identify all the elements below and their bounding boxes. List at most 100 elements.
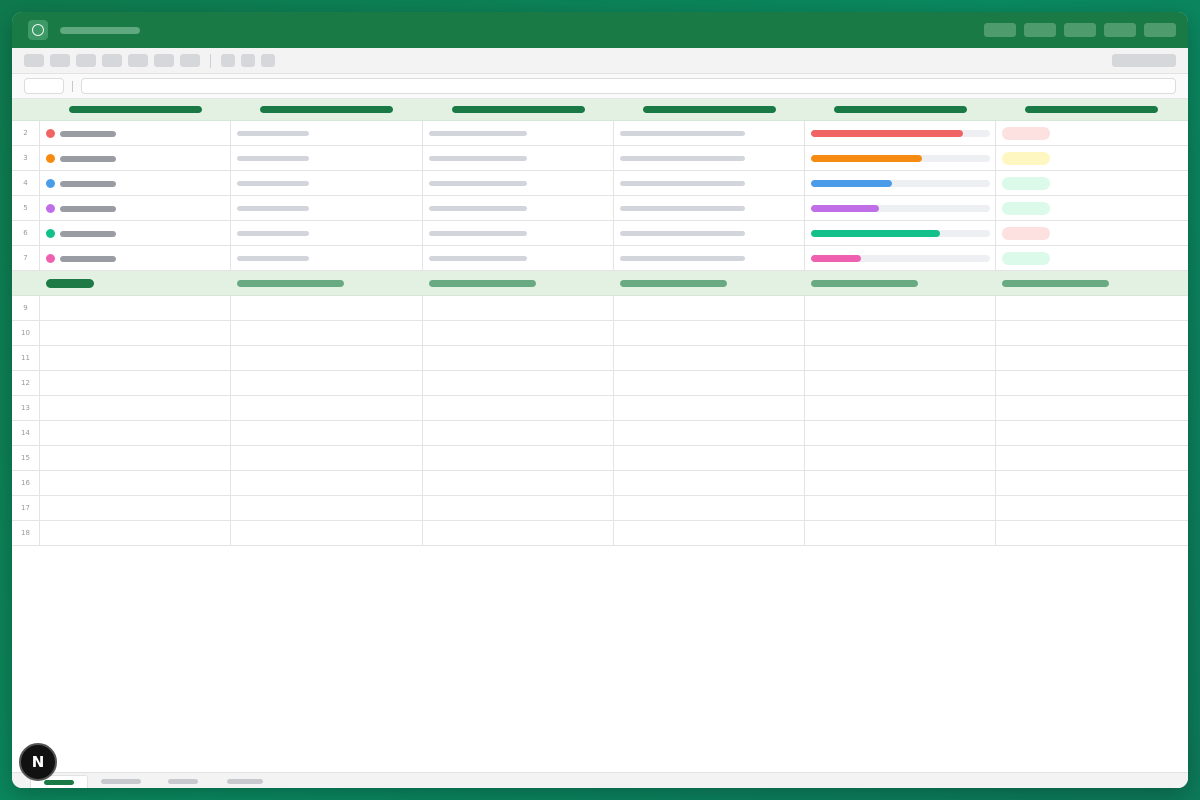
text-cell[interactable] <box>231 246 423 270</box>
toolbar-button-1[interactable] <box>24 54 44 67</box>
empty-cell[interactable] <box>423 421 614 445</box>
empty-cell[interactable] <box>805 471 997 495</box>
text-cell[interactable] <box>614 246 806 270</box>
empty-cell[interactable] <box>231 496 423 520</box>
text-cell[interactable] <box>423 246 614 270</box>
empty-cell[interactable] <box>40 421 232 445</box>
empty-cell[interactable] <box>996 321 1187 345</box>
sheet-tab[interactable] <box>92 775 150 788</box>
name-cell[interactable] <box>40 121 232 145</box>
empty-cell[interactable] <box>805 446 997 470</box>
empty-cell[interactable] <box>40 471 232 495</box>
text-cell[interactable] <box>614 196 806 220</box>
text-cell[interactable] <box>231 221 423 245</box>
text-cell[interactable] <box>423 171 614 195</box>
text-cell[interactable] <box>231 146 423 170</box>
empty-cell[interactable] <box>996 371 1187 395</box>
name-cell[interactable] <box>40 171 232 195</box>
text-cell[interactable] <box>423 146 614 170</box>
progress-cell[interactable] <box>805 196 997 220</box>
empty-cell[interactable] <box>40 446 232 470</box>
column-header[interactable] <box>40 99 231 120</box>
cell-name-box[interactable] <box>24 78 64 94</box>
toolbar-button-4[interactable] <box>102 54 122 67</box>
empty-cell[interactable] <box>40 296 232 320</box>
status-cell[interactable] <box>996 146 1187 170</box>
empty-cell[interactable] <box>996 446 1187 470</box>
empty-cell[interactable] <box>805 396 997 420</box>
empty-cell[interactable] <box>40 346 232 370</box>
text-cell[interactable] <box>423 121 614 145</box>
empty-cell[interactable] <box>40 496 232 520</box>
status-cell[interactable] <box>996 121 1187 145</box>
n-logo-badge[interactable]: N <box>19 743 57 781</box>
empty-cell[interactable] <box>614 446 806 470</box>
empty-cell[interactable] <box>996 296 1187 320</box>
column-header[interactable] <box>231 99 422 120</box>
title-button-2[interactable] <box>1024 23 1056 37</box>
empty-cell[interactable] <box>231 521 423 545</box>
empty-cell[interactable] <box>805 521 997 545</box>
text-cell[interactable] <box>614 171 806 195</box>
text-cell[interactable] <box>231 121 423 145</box>
text-cell[interactable] <box>614 221 806 245</box>
total-cell[interactable] <box>614 271 805 295</box>
status-cell[interactable] <box>996 171 1187 195</box>
formula-input[interactable] <box>81 78 1176 94</box>
empty-cell[interactable] <box>614 521 806 545</box>
empty-cell[interactable] <box>614 371 806 395</box>
status-cell[interactable] <box>996 246 1187 270</box>
empty-cell[interactable] <box>805 296 997 320</box>
empty-cell[interactable] <box>996 496 1187 520</box>
text-cell[interactable] <box>231 171 423 195</box>
title-button-5[interactable] <box>1144 23 1176 37</box>
status-cell[interactable] <box>996 196 1187 220</box>
empty-cell[interactable] <box>423 371 614 395</box>
empty-cell[interactable] <box>40 396 232 420</box>
empty-cell[interactable] <box>996 396 1187 420</box>
toolbar-button-5[interactable] <box>128 54 148 67</box>
empty-cell[interactable] <box>805 371 997 395</box>
text-cell[interactable] <box>614 121 806 145</box>
app-circle-icon[interactable] <box>28 20 48 40</box>
empty-cell[interactable] <box>40 321 232 345</box>
empty-cell[interactable] <box>614 421 806 445</box>
name-cell[interactable] <box>40 246 232 270</box>
name-cell[interactable] <box>40 196 232 220</box>
column-header[interactable] <box>805 99 996 120</box>
empty-cell[interactable] <box>231 421 423 445</box>
empty-cell[interactable] <box>423 496 614 520</box>
empty-cell[interactable] <box>614 296 806 320</box>
progress-cell[interactable] <box>805 171 997 195</box>
empty-cell[interactable] <box>231 346 423 370</box>
progress-cell[interactable] <box>805 246 997 270</box>
progress-cell[interactable] <box>805 121 997 145</box>
total-cell[interactable] <box>40 271 231 295</box>
empty-cell[interactable] <box>996 471 1187 495</box>
empty-cell[interactable] <box>423 346 614 370</box>
toolbar-button-7[interactable] <box>180 54 200 67</box>
empty-cell[interactable] <box>423 396 614 420</box>
toolbar-button-8[interactable] <box>221 54 235 67</box>
name-cell[interactable] <box>40 146 232 170</box>
empty-cell[interactable] <box>996 421 1187 445</box>
total-cell[interactable] <box>805 271 996 295</box>
progress-cell[interactable] <box>805 146 997 170</box>
empty-cell[interactable] <box>231 371 423 395</box>
empty-cell[interactable] <box>614 396 806 420</box>
empty-cell[interactable] <box>231 446 423 470</box>
empty-cell[interactable] <box>614 471 806 495</box>
empty-cell[interactable] <box>805 346 997 370</box>
toolbar-right-button[interactable] <box>1112 54 1176 67</box>
empty-cell[interactable] <box>231 321 423 345</box>
text-cell[interactable] <box>614 146 806 170</box>
title-button-4[interactable] <box>1104 23 1136 37</box>
empty-cell[interactable] <box>614 496 806 520</box>
sheet-tab[interactable] <box>216 775 274 788</box>
empty-cell[interactable] <box>423 296 614 320</box>
text-cell[interactable] <box>231 196 423 220</box>
column-header[interactable] <box>614 99 805 120</box>
empty-cell[interactable] <box>996 521 1187 545</box>
total-cell[interactable] <box>423 271 614 295</box>
toolbar-button-10[interactable] <box>261 54 275 67</box>
